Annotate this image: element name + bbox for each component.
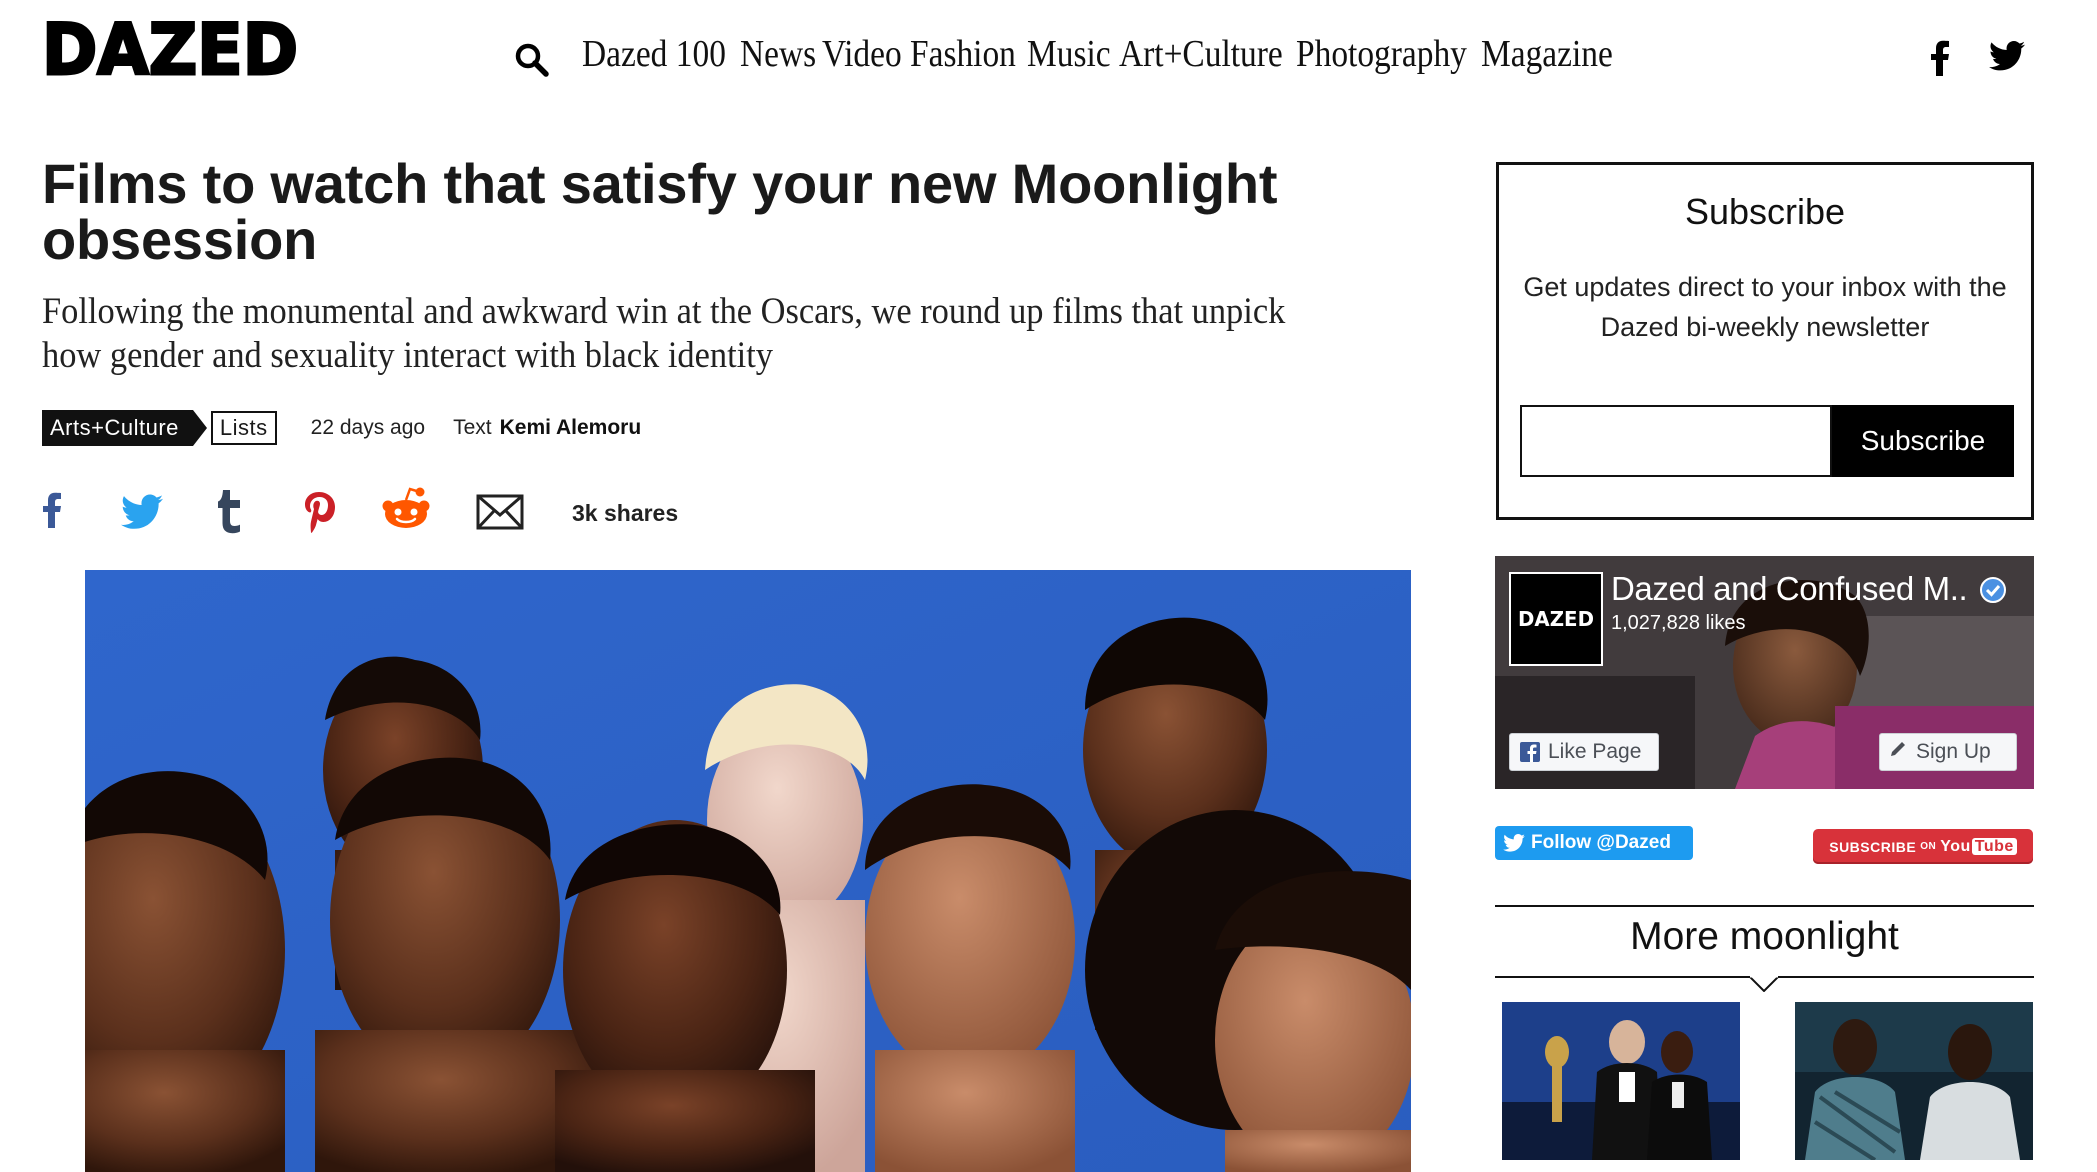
article-meta: Arts+Culture Lists 22 days ago Text Kemi…: [42, 409, 641, 447]
newsletter-box: Subscribe Get updates direct to your inb…: [1496, 162, 2034, 520]
share-count: 3k shares: [572, 500, 679, 526]
facebook-sign-up-button[interactable]: Sign Up: [1879, 733, 2017, 771]
nav-fashion[interactable]: Fashion: [910, 32, 1016, 76]
byline-prefix: Text: [453, 416, 492, 439]
nav-photography[interactable]: Photography: [1296, 32, 1467, 76]
facebook-icon[interactable]: [1930, 38, 1950, 78]
dazed-logo[interactable]: DAZED: [42, 14, 298, 82]
youtube-subscribe-button[interactable]: SUBSCRIBE ON You Tube: [1813, 829, 2033, 864]
nav-art-culture[interactable]: Art+Culture: [1119, 32, 1283, 76]
facebook-page-name[interactable]: Dazed and Confused M..: [1611, 570, 1968, 608]
nav-news[interactable]: News: [740, 32, 816, 76]
more-moonlight-title: More moonlight: [1630, 915, 1899, 958]
divider: [1495, 905, 2034, 907]
youtube-subscribe-label: SUBSCRIBE: [1829, 838, 1917, 855]
nav-video[interactable]: Video: [822, 32, 902, 76]
facebook-square-icon: [1520, 742, 1540, 762]
logo-text: DAZED: [42, 14, 298, 82]
facebook-page-widget: DAZED Dazed and Confused M.. 1,027,828 l…: [1495, 556, 2034, 789]
related-article-thumbnail[interactable]: [1502, 1002, 1740, 1160]
newsletter-email-input[interactable]: [1520, 405, 1832, 477]
twitter-icon[interactable]: [121, 494, 163, 535]
pencil-icon: [1888, 739, 1908, 765]
reddit-icon[interactable]: [380, 486, 432, 535]
article-headline: Films to watch that satisfy your new Moo…: [42, 152, 1278, 271]
youtube-tube-label: Tube: [1971, 837, 2017, 855]
facebook-like-page-button[interactable]: Like Page: [1509, 733, 1659, 771]
facebook-logo-text: DAZED: [1518, 607, 1594, 631]
twitter-icon: [1503, 834, 1525, 852]
nav-music[interactable]: Music: [1027, 32, 1111, 76]
section-notch: [1748, 975, 1780, 993]
publish-time: 22 days ago: [310, 416, 426, 439]
nav-magazine[interactable]: Magazine: [1481, 32, 1613, 76]
search-icon[interactable]: [514, 42, 550, 78]
article-standfirst: Following the monumental and awkward win…: [42, 291, 1286, 376]
nav-dazed-100[interactable]: Dazed 100: [582, 32, 726, 76]
verified-badge-icon: [1979, 576, 2007, 609]
twitter-follow-button[interactable]: Follow @Dazed: [1495, 826, 1693, 860]
hero-image: [85, 570, 1411, 1172]
category-tag[interactable]: Arts+Culture: [42, 410, 207, 446]
tumblr-icon[interactable]: [216, 488, 244, 539]
twitter-follow-label: Follow @Dazed: [1531, 832, 1671, 853]
youtube-on-label: ON: [1920, 841, 1937, 852]
newsletter-subscribe-button[interactable]: Subscribe: [1832, 405, 2014, 477]
facebook-page-logo[interactable]: DAZED: [1509, 572, 1603, 666]
pinterest-icon[interactable]: [302, 490, 336, 539]
newsletter-title: Subscribe: [1684, 191, 1846, 232]
email-icon[interactable]: [476, 494, 524, 535]
newsletter-description: Get updates direct to your inbox with th…: [1523, 272, 2007, 342]
author-link[interactable]: Kemi Alemoru: [500, 416, 642, 440]
like-page-label: Like Page: [1548, 740, 1642, 763]
twitter-icon[interactable]: [1989, 41, 2025, 81]
youtube-logo: You Tube: [1940, 837, 2017, 856]
related-article-thumbnail[interactable]: [1795, 1002, 2033, 1160]
sign-up-label: Sign Up: [1916, 740, 1991, 763]
facebook-like-count: 1,027,828 likes: [1611, 612, 1746, 634]
youtube-you-label: You: [1940, 837, 1971, 855]
main-nav: Dazed 100 News Video Fashion Music Art+C…: [582, 32, 1631, 76]
facebook-icon[interactable]: [42, 488, 62, 537]
format-tag[interactable]: Lists: [210, 411, 277, 445]
